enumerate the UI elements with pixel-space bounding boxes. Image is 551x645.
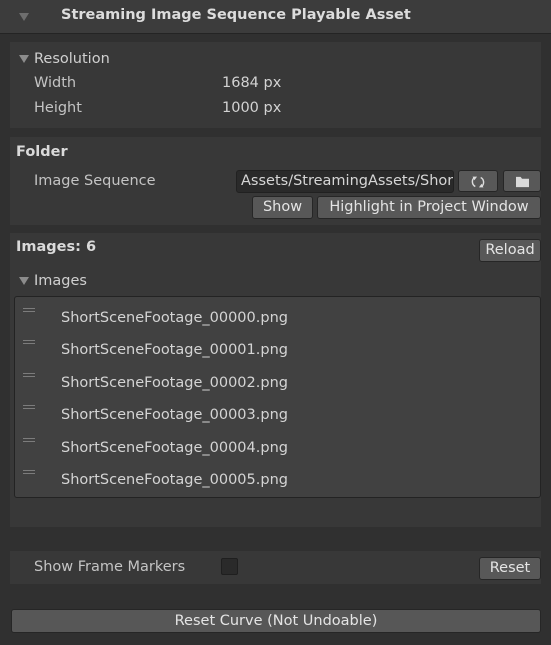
folder-icon [515,176,529,188]
drag-handle-icon[interactable] [23,373,35,379]
width-value: 1684 px [222,75,282,91]
browse-folder-button[interactable] [503,170,541,192]
height-label: Height [34,100,82,116]
show-frame-markers-checkbox[interactable] [221,558,238,575]
list-item-name: ShortSceneFootage_00004.png [61,440,288,456]
height-value: 1000 px [222,100,282,116]
images-count-label: Images: 6 [16,239,97,255]
width-label: Width [34,75,77,91]
show-frame-markers-label: Show Frame Markers [34,559,186,575]
image-list[interactable]: ShortSceneFootage_00000.png ShortSceneFo… [14,296,541,498]
drag-handle-icon[interactable] [23,405,35,411]
refresh-button[interactable] [458,170,498,192]
foldout-arrow-icon[interactable] [18,53,30,65]
resolution-foldout-label[interactable]: Resolution [34,51,110,67]
reset-frame-markers-button[interactable]: Reset [479,557,541,580]
list-item-name: ShortSceneFootage_00005.png [61,472,288,488]
drag-handle-icon[interactable] [23,470,35,476]
triangle-down-icon[interactable] [17,10,31,24]
list-item[interactable]: ShortSceneFootage_00005.png [15,463,540,495]
component-title: Streaming Image Sequence Playable Asset [61,7,411,23]
list-item[interactable]: ShortSceneFootage_00004.png [15,431,540,463]
reset-curve-button[interactable]: Reset Curve (Not Undoable) [11,609,541,633]
component-header[interactable]: Streaming Image Sequence Playable Asset [0,0,551,34]
refresh-icon [471,176,485,188]
list-item-name: ShortSceneFootage_00002.png [61,375,288,391]
drag-handle-icon[interactable] [23,308,35,314]
highlight-in-project-window-button[interactable]: Highlight in Project Window [317,196,541,219]
list-item-name: ShortSceneFootage_00000.png [61,310,288,326]
list-item[interactable]: ShortSceneFootage_00001.png [15,333,540,365]
list-item[interactable]: ShortSceneFootage_00000.png [15,301,540,333]
list-item-name: ShortSceneFootage_00003.png [61,407,288,423]
drag-handle-icon[interactable] [23,438,35,444]
image-sequence-field[interactable]: Assets/StreamingAssets/ShortSceneFootage [236,170,454,193]
list-item[interactable]: ShortSceneFootage_00002.png [15,366,540,398]
reload-button[interactable]: Reload [479,239,541,262]
folder-title: Folder [16,144,68,160]
image-sequence-label: Image Sequence [34,173,156,189]
foldout-arrow-icon[interactable] [18,275,30,287]
inspector-panel: Streaming Image Sequence Playable Asset … [0,0,551,645]
list-item-name: ShortSceneFootage_00001.png [61,342,288,358]
show-button[interactable]: Show [252,196,313,219]
drag-handle-icon[interactable] [23,340,35,346]
list-item[interactable]: ShortSceneFootage_00003.png [15,398,540,430]
images-foldout-label[interactable]: Images [34,273,87,289]
